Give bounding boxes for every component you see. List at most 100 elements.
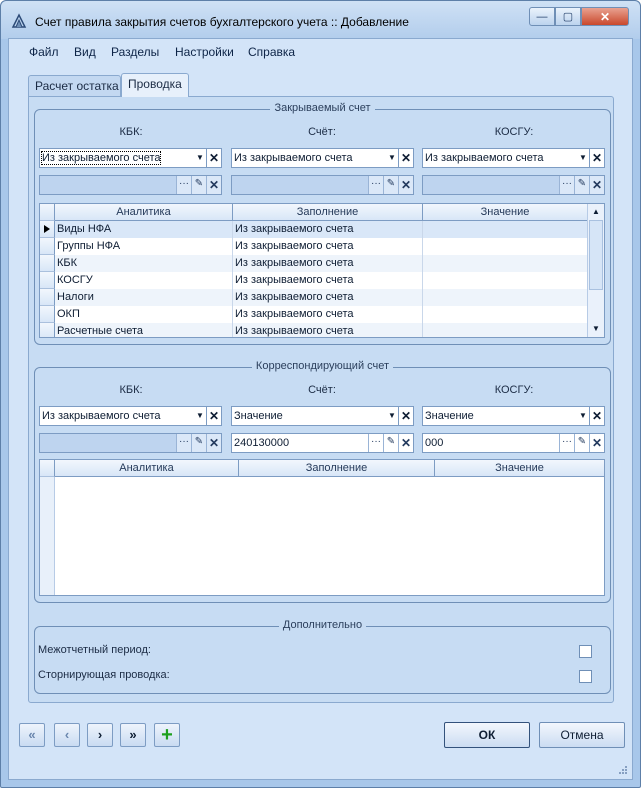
cell-fill[interactable]: Из закрываемого счета bbox=[233, 221, 423, 238]
table-row[interactable]: Виды НФА Из закрываемого счета bbox=[40, 221, 588, 238]
menu-file[interactable]: Файл bbox=[29, 45, 59, 59]
row-indicator[interactable] bbox=[40, 221, 55, 238]
grid-header-fill[interactable]: Заполнение bbox=[239, 460, 435, 477]
clear-icon[interactable]: ✕ bbox=[398, 434, 413, 452]
clear-icon[interactable]: ✕ bbox=[589, 149, 604, 167]
cell-fill[interactable]: Из закрываемого счета bbox=[233, 306, 423, 323]
ellipsis-icon[interactable]: ··· bbox=[559, 176, 574, 194]
maximize-button[interactable]: ▢ bbox=[555, 7, 581, 26]
table-row[interactable]: Налоги Из закрываемого счета bbox=[40, 289, 588, 306]
cell-fill[interactable]: Из закрываемого счета bbox=[233, 323, 423, 337]
corr-account-combo[interactable]: Значение ▼ ✕ bbox=[231, 406, 414, 426]
row-indicator[interactable] bbox=[40, 255, 55, 272]
cell-fill[interactable]: Из закрываемого счета bbox=[233, 238, 423, 255]
first-record-button[interactable]: « bbox=[19, 723, 45, 747]
grid-header-analytics[interactable]: Аналитика bbox=[55, 460, 239, 477]
last-record-button[interactable]: » bbox=[120, 723, 146, 747]
corr-kbk-combo[interactable]: Из закрываемого счета ▼ ✕ bbox=[39, 406, 222, 426]
dropdown-arrow-icon[interactable]: ▼ bbox=[577, 151, 589, 165]
menu-view[interactable]: Вид bbox=[74, 45, 96, 59]
cell-value[interactable] bbox=[423, 221, 588, 238]
corr-kbk-picker[interactable]: ··· ✎ ✕ bbox=[39, 433, 222, 453]
cell-analytics[interactable]: КБК bbox=[55, 255, 233, 272]
cell-fill[interactable]: Из закрываемого счета bbox=[233, 289, 423, 306]
next-record-button[interactable]: › bbox=[87, 723, 113, 747]
menu-settings[interactable]: Настройки bbox=[175, 45, 234, 59]
cell-analytics[interactable]: КОСГУ bbox=[55, 272, 233, 289]
cell-value[interactable] bbox=[423, 255, 588, 272]
title-bar[interactable]: Счет правила закрытия счетов бухгалтерск… bbox=[1, 1, 640, 39]
clear-icon[interactable]: ✕ bbox=[398, 176, 413, 194]
clear-icon[interactable]: ✕ bbox=[398, 149, 413, 167]
corr-kosgu-picker[interactable]: 000 ··· ✎ ✕ bbox=[422, 433, 605, 453]
grid-header-analytics[interactable]: Аналитика bbox=[55, 204, 233, 221]
scroll-down-icon[interactable]: ▼ bbox=[588, 322, 604, 336]
dropdown-arrow-icon[interactable]: ▼ bbox=[386, 409, 398, 423]
cell-analytics[interactable]: Группы НФА bbox=[55, 238, 233, 255]
interaccount-period-checkbox[interactable] bbox=[579, 645, 592, 658]
edit-icon[interactable]: ✎ bbox=[574, 434, 589, 452]
menu-help[interactable]: Справка bbox=[248, 45, 295, 59]
cell-analytics[interactable]: Налоги bbox=[55, 289, 233, 306]
clear-icon[interactable]: ✕ bbox=[589, 176, 604, 194]
scroll-thumb[interactable] bbox=[589, 220, 603, 290]
cell-analytics[interactable]: Виды НФА bbox=[55, 221, 233, 238]
row-indicator[interactable] bbox=[40, 306, 55, 323]
cell-value[interactable] bbox=[423, 289, 588, 306]
ellipsis-icon[interactable]: ··· bbox=[368, 176, 383, 194]
row-indicator[interactable] bbox=[40, 323, 55, 337]
grid-header-value[interactable]: Значение bbox=[423, 204, 588, 221]
clear-icon[interactable]: ✕ bbox=[589, 434, 604, 452]
clear-icon[interactable]: ✕ bbox=[206, 176, 221, 194]
edit-icon[interactable]: ✎ bbox=[383, 434, 398, 452]
edit-icon[interactable]: ✎ bbox=[191, 434, 206, 452]
closing-kbk-combo[interactable]: Из закрываемого счета ▼ ✕ bbox=[39, 148, 222, 168]
cell-value[interactable] bbox=[423, 323, 588, 337]
cell-value[interactable] bbox=[423, 272, 588, 289]
row-indicator[interactable] bbox=[40, 272, 55, 289]
clear-icon[interactable]: ✕ bbox=[206, 149, 221, 167]
clear-icon[interactable]: ✕ bbox=[206, 407, 221, 425]
row-indicator[interactable] bbox=[40, 238, 55, 255]
dropdown-arrow-icon[interactable]: ▼ bbox=[194, 409, 206, 423]
resize-grip-icon[interactable] bbox=[618, 765, 628, 775]
edit-icon[interactable]: ✎ bbox=[574, 176, 589, 194]
dropdown-arrow-icon[interactable]: ▼ bbox=[386, 151, 398, 165]
table-row[interactable]: ОКП Из закрываемого счета bbox=[40, 306, 588, 323]
closing-account-picker[interactable]: ··· ✎ ✕ bbox=[231, 175, 414, 195]
clear-icon[interactable]: ✕ bbox=[206, 434, 221, 452]
table-row[interactable]: Расчетные счета Из закрываемого счета bbox=[40, 323, 588, 337]
ok-button[interactable]: ОК bbox=[444, 722, 530, 748]
corr-analytics-grid[interactable]: Аналитика Заполнение Значение bbox=[39, 459, 605, 596]
menu-sections[interactable]: Разделы bbox=[111, 45, 159, 59]
cancel-button[interactable]: Отмена bbox=[539, 722, 625, 748]
corr-account-picker[interactable]: 240130000 ··· ✎ ✕ bbox=[231, 433, 414, 453]
reversing-entry-checkbox[interactable] bbox=[579, 670, 592, 683]
closing-kosgu-picker[interactable]: ··· ✎ ✕ bbox=[422, 175, 605, 195]
cell-value[interactable] bbox=[423, 306, 588, 323]
ellipsis-icon[interactable]: ··· bbox=[368, 434, 383, 452]
dropdown-arrow-icon[interactable]: ▼ bbox=[194, 151, 206, 165]
grid-header-value[interactable]: Значение bbox=[435, 460, 604, 477]
close-window-button[interactable]: ✕ bbox=[581, 7, 629, 26]
closing-kbk-picker[interactable]: ··· ✎ ✕ bbox=[39, 175, 222, 195]
table-row[interactable]: Группы НФА Из закрываемого счета bbox=[40, 238, 588, 255]
table-row[interactable]: КБК Из закрываемого счета bbox=[40, 255, 588, 272]
edit-icon[interactable]: ✎ bbox=[383, 176, 398, 194]
cell-analytics[interactable]: ОКП bbox=[55, 306, 233, 323]
ellipsis-icon[interactable]: ··· bbox=[559, 434, 574, 452]
closing-analytics-grid[interactable]: Аналитика Заполнение Значение Виды НФА Из… bbox=[39, 203, 605, 338]
minimize-button[interactable]: — bbox=[529, 7, 555, 26]
cell-fill[interactable]: Из закрываемого счета bbox=[233, 255, 423, 272]
grid-header-fill[interactable]: Заполнение bbox=[233, 204, 423, 221]
cell-value[interactable] bbox=[423, 238, 588, 255]
edit-icon[interactable]: ✎ bbox=[191, 176, 206, 194]
add-record-button[interactable]: + bbox=[154, 723, 180, 747]
clear-icon[interactable]: ✕ bbox=[589, 407, 604, 425]
clear-icon[interactable]: ✕ bbox=[398, 407, 413, 425]
row-indicator[interactable] bbox=[40, 289, 55, 306]
table-row[interactable]: КОСГУ Из закрываемого счета bbox=[40, 272, 588, 289]
cell-fill[interactable]: Из закрываемого счета bbox=[233, 272, 423, 289]
corr-kosgu-combo[interactable]: Значение ▼ ✕ bbox=[422, 406, 605, 426]
grid-scrollbar[interactable]: ▲ ▼ bbox=[587, 204, 604, 337]
